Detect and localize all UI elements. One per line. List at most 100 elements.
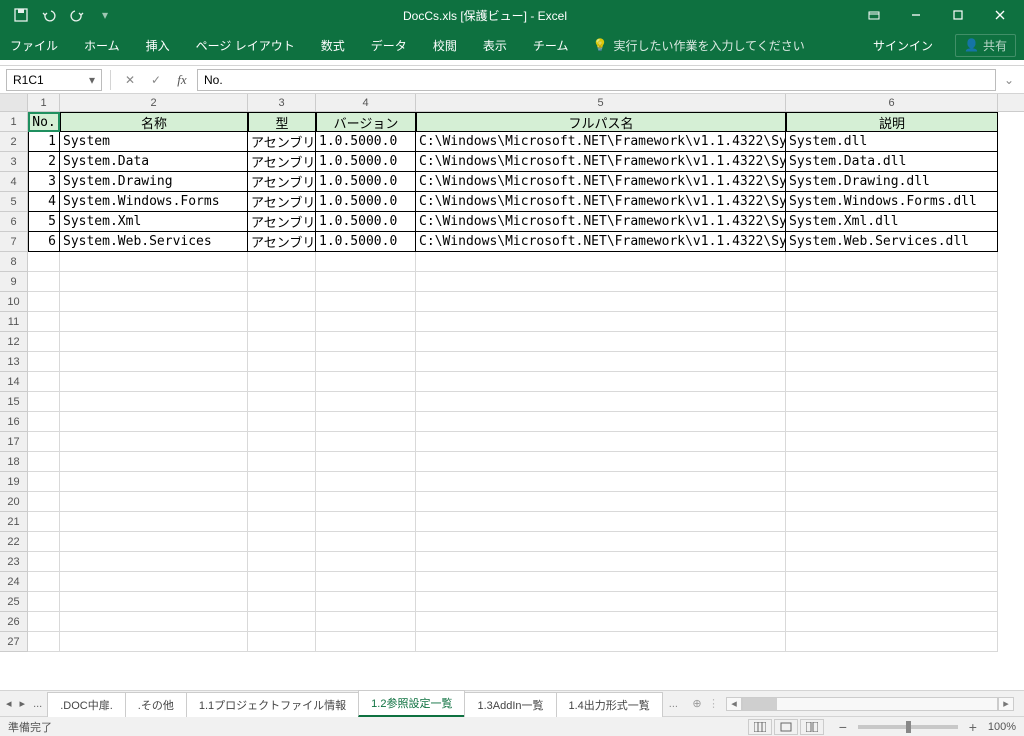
cell[interactable] <box>248 492 316 512</box>
cell[interactable] <box>416 352 786 372</box>
cell[interactable] <box>316 332 416 352</box>
row-header[interactable]: 17 <box>0 432 28 452</box>
table-header[interactable]: 型 <box>248 112 316 132</box>
sheet-tab[interactable]: 1.4出力形式一覧 <box>556 692 663 717</box>
expand-formula-icon[interactable]: ⌄ <box>1000 73 1018 87</box>
ribbon-display-icon[interactable] <box>854 1 894 29</box>
cell[interactable] <box>416 432 786 452</box>
cell[interactable] <box>60 272 248 292</box>
cell[interactable]: アセンブリ <box>248 192 316 212</box>
cell[interactable] <box>786 452 998 472</box>
cell[interactable] <box>60 512 248 532</box>
row-header[interactable]: 25 <box>0 592 28 612</box>
tab-page-layout[interactable]: ページ レイアウト <box>194 33 297 58</box>
scroll-left-icon[interactable]: ◂ <box>726 697 742 711</box>
cell[interactable] <box>28 392 60 412</box>
cell[interactable] <box>416 632 786 652</box>
cell[interactable]: System.Drawing <box>60 172 248 192</box>
row-header[interactable]: 4 <box>0 172 28 192</box>
cell[interactable] <box>248 532 316 552</box>
cell[interactable] <box>316 312 416 332</box>
cell[interactable] <box>60 352 248 372</box>
cell[interactable] <box>248 612 316 632</box>
cell[interactable] <box>316 532 416 552</box>
cell[interactable] <box>786 392 998 412</box>
tab-nav-next-icon[interactable]: ▸ <box>20 697 26 710</box>
cell[interactable] <box>28 532 60 552</box>
cell[interactable] <box>416 412 786 432</box>
cell[interactable] <box>60 392 248 412</box>
row-header[interactable]: 15 <box>0 392 28 412</box>
cell[interactable] <box>60 572 248 592</box>
cell[interactable] <box>416 272 786 292</box>
cell[interactable] <box>416 472 786 492</box>
cell[interactable] <box>248 432 316 452</box>
cell[interactable]: アセンブリ <box>248 132 316 152</box>
chevron-down-icon[interactable]: ▾ <box>89 73 95 87</box>
cell[interactable] <box>248 292 316 312</box>
row-header[interactable]: 5 <box>0 192 28 212</box>
row-header[interactable]: 27 <box>0 632 28 652</box>
tab-formulas[interactable]: 数式 <box>319 33 347 58</box>
table-header[interactable]: No. <box>28 112 60 132</box>
zoom-out-button[interactable]: − <box>836 719 850 735</box>
tab-data[interactable]: データ <box>369 33 409 58</box>
cell[interactable] <box>786 572 998 592</box>
cell[interactable] <box>28 312 60 332</box>
cell[interactable]: C:\Windows\Microsoft.NET\Framework\v1.1.… <box>416 212 786 232</box>
cell[interactable] <box>248 312 316 332</box>
cell[interactable]: 2 <box>28 152 60 172</box>
cell[interactable] <box>316 352 416 372</box>
cell[interactable]: System.Xml <box>60 212 248 232</box>
cell[interactable] <box>248 412 316 432</box>
cell[interactable]: C:\Windows\Microsoft.NET\Framework\v1.1.… <box>416 232 786 252</box>
cell[interactable] <box>60 332 248 352</box>
cell[interactable] <box>28 292 60 312</box>
row-header[interactable]: 24 <box>0 572 28 592</box>
cell[interactable] <box>786 272 998 292</box>
add-sheet-icon[interactable]: ⊕ <box>686 693 708 715</box>
tab-insert[interactable]: 挿入 <box>144 33 172 58</box>
cell[interactable] <box>316 372 416 392</box>
cell[interactable] <box>416 592 786 612</box>
row-header[interactable]: 1 <box>0 112 28 132</box>
row-header[interactable]: 16 <box>0 412 28 432</box>
sheet-tab[interactable]: 1.2参照設定一覧 <box>358 690 465 717</box>
cell[interactable] <box>786 472 998 492</box>
cell[interactable] <box>28 472 60 492</box>
cell[interactable] <box>60 632 248 652</box>
tab-review[interactable]: 校閲 <box>431 33 459 58</box>
cell[interactable]: C:\Windows\Microsoft.NET\Framework\v1.1.… <box>416 192 786 212</box>
cell[interactable] <box>416 252 786 272</box>
cell[interactable] <box>316 272 416 292</box>
fx-icon[interactable]: fx <box>171 69 193 91</box>
cell[interactable]: C:\Windows\Microsoft.NET\Framework\v1.1.… <box>416 132 786 152</box>
cell[interactable] <box>60 252 248 272</box>
cell[interactable] <box>416 612 786 632</box>
cell[interactable] <box>248 592 316 612</box>
cell[interactable] <box>60 472 248 492</box>
cell[interactable] <box>60 492 248 512</box>
cell[interactable] <box>28 572 60 592</box>
row-header[interactable]: 10 <box>0 292 28 312</box>
cell[interactable] <box>248 332 316 352</box>
cell[interactable] <box>60 292 248 312</box>
cell[interactable]: C:\Windows\Microsoft.NET\Framework\v1.1.… <box>416 152 786 172</box>
cell[interactable] <box>28 452 60 472</box>
cell[interactable] <box>28 252 60 272</box>
spreadsheet-grid[interactable]: 1 2 3 4 5 6 1No.名称型バージョンフルパス名説明21Systemア… <box>0 94 1024 690</box>
cell[interactable]: C:\Windows\Microsoft.NET\Framework\v1.1.… <box>416 172 786 192</box>
cell[interactable] <box>786 432 998 452</box>
cell[interactable]: アセンブリ <box>248 172 316 192</box>
cell[interactable] <box>416 532 786 552</box>
cell[interactable] <box>60 312 248 332</box>
sheet-tab[interactable]: 1.1プロジェクトファイル情報 <box>186 692 359 717</box>
sheet-tab[interactable]: 1.3AddIn一覧 <box>464 692 556 717</box>
sheet-tab[interactable]: .その他 <box>125 692 187 717</box>
cell[interactable] <box>786 332 998 352</box>
cell[interactable] <box>60 412 248 432</box>
cancel-formula-icon[interactable]: ✕ <box>119 69 141 91</box>
column-header[interactable]: 6 <box>786 94 998 111</box>
cell[interactable] <box>60 452 248 472</box>
column-header[interactable]: 5 <box>416 94 786 111</box>
